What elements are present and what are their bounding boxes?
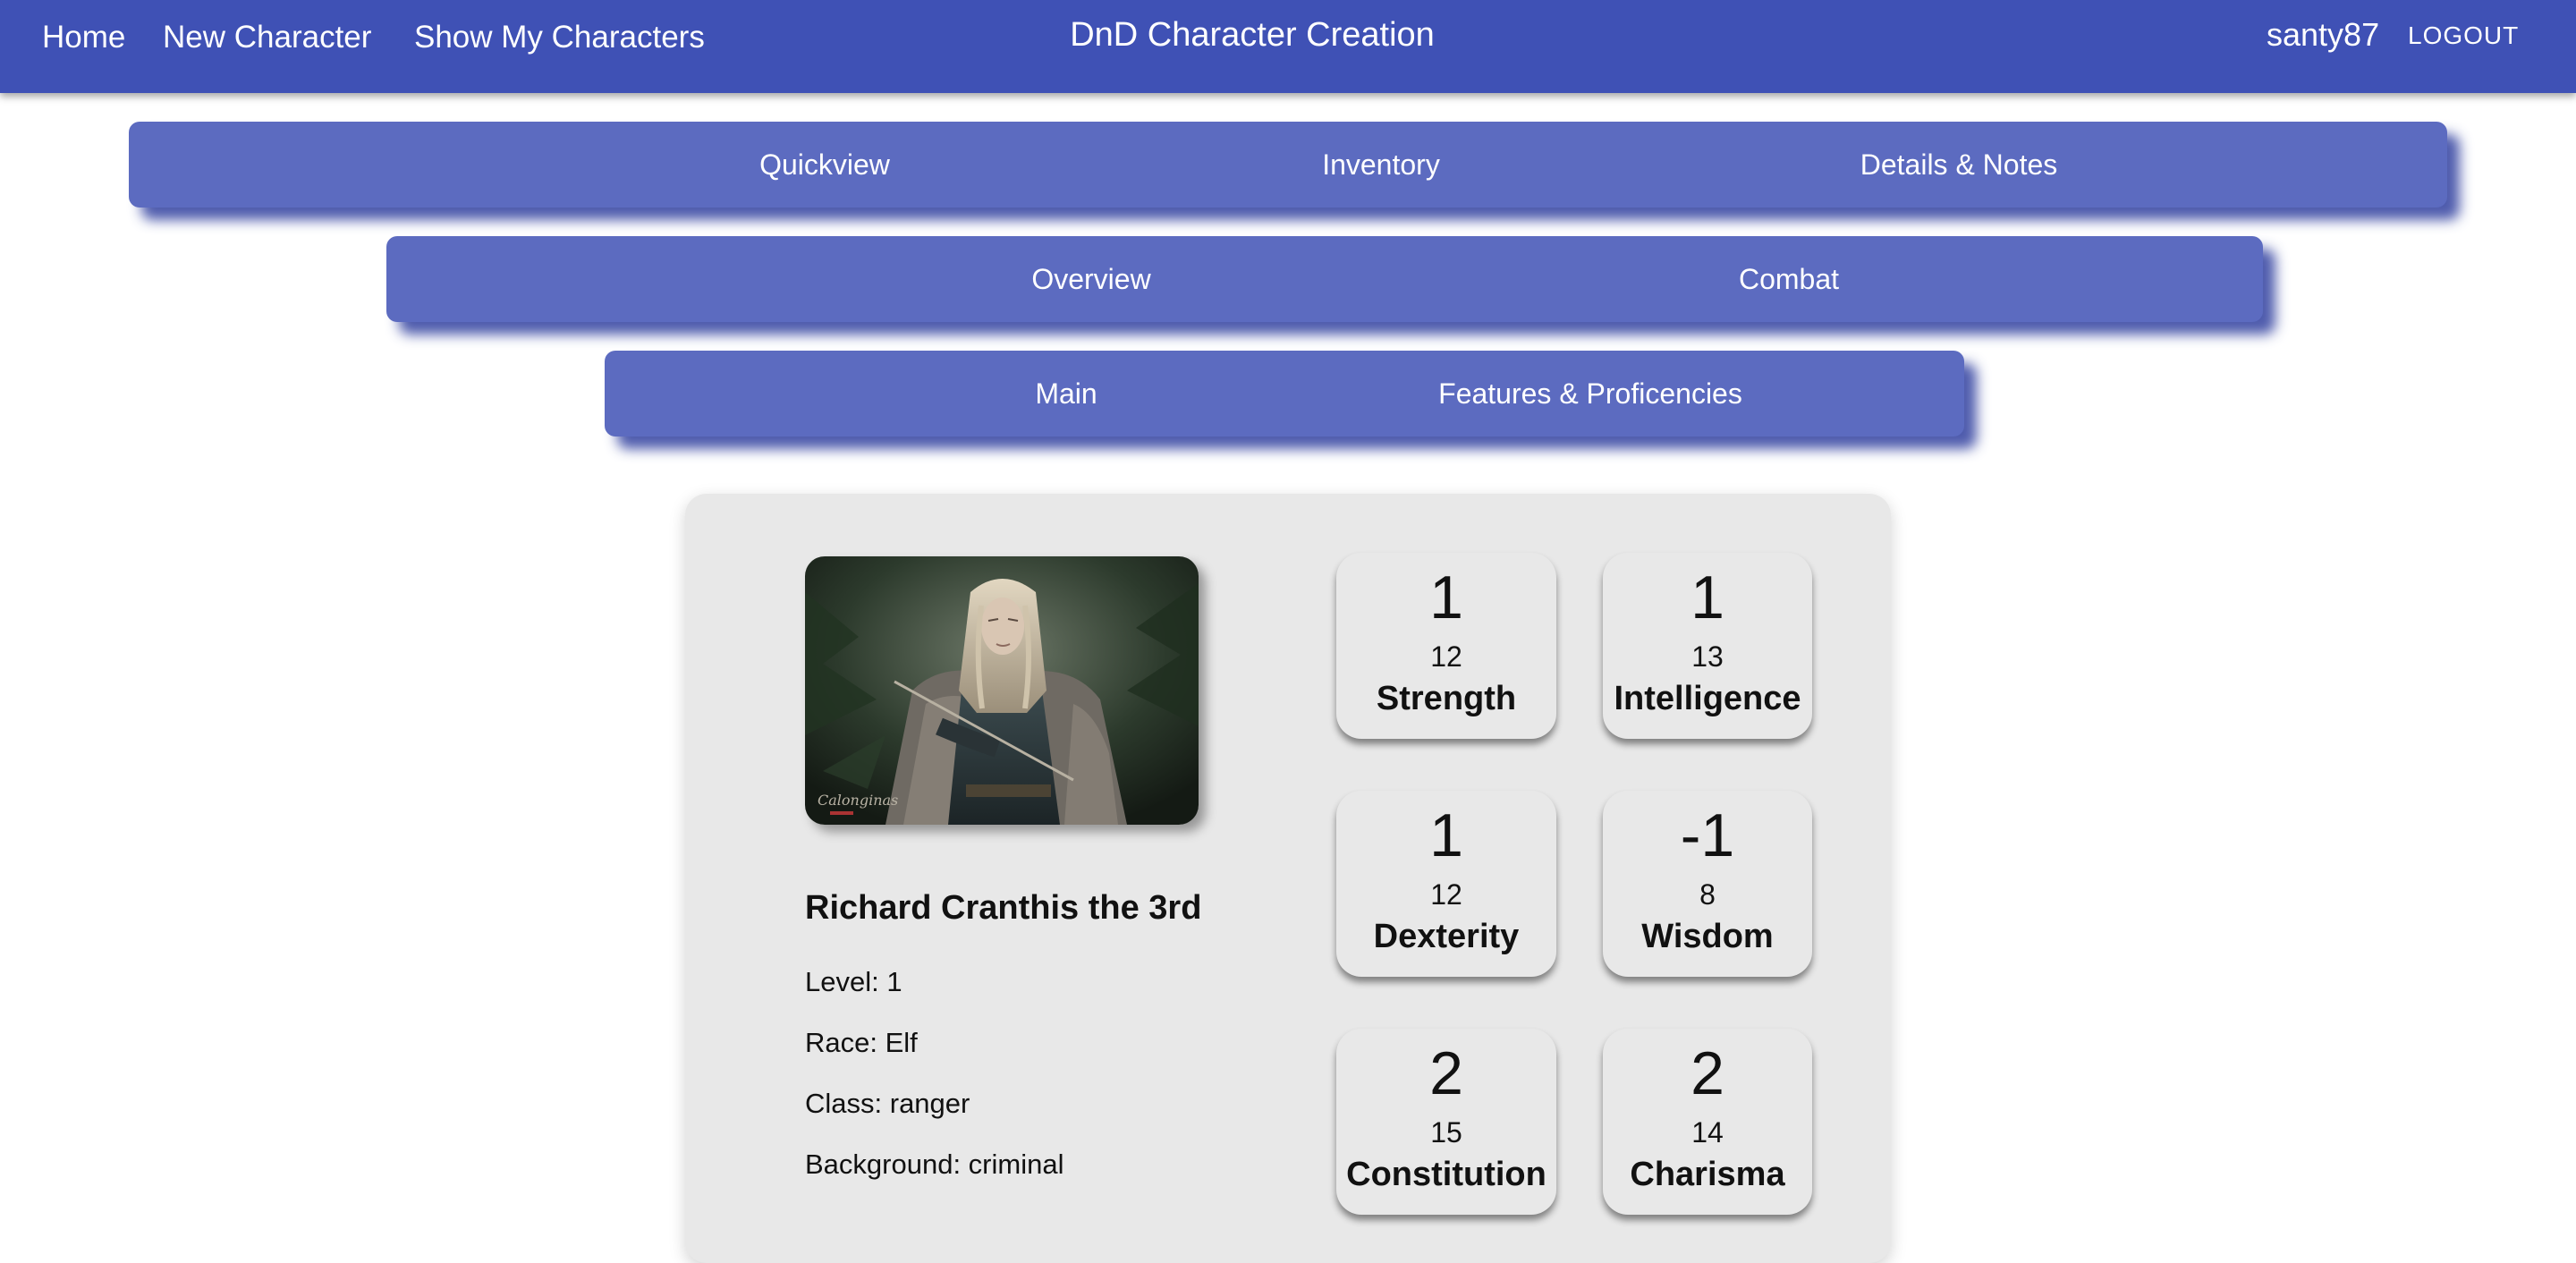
- stat-score: 8: [1699, 878, 1716, 911]
- tab-main[interactable]: Main: [869, 351, 1263, 437]
- stat-score: 15: [1430, 1116, 1462, 1149]
- character-race: Race: Elf: [805, 1027, 918, 1058]
- stat-strength: 1 12 Strength: [1336, 553, 1556, 739]
- stat-label: Dexterity: [1373, 918, 1520, 955]
- character-portrait: Calonginas: [805, 556, 1199, 825]
- secondary-tab-bar: Overview Combat: [386, 236, 2263, 322]
- portrait-watermark: Calonginas: [818, 792, 898, 809]
- stat-modifier: 2: [1429, 1039, 1463, 1107]
- stat-dexterity: 1 12 Dexterity: [1336, 791, 1556, 977]
- character-background: Background: criminal: [805, 1149, 1064, 1180]
- nav-new-character-link[interactable]: New Character: [163, 16, 371, 59]
- stat-charisma: 2 14 Charisma: [1603, 1029, 1812, 1215]
- nav-home-link[interactable]: Home: [42, 16, 125, 59]
- primary-tab-bar: Quickview Inventory Details & Notes: [129, 122, 2447, 208]
- stat-wisdom: -1 8 Wisdom: [1603, 791, 1812, 977]
- stat-label: Strength: [1376, 680, 1517, 717]
- stat-modifier: 1: [1429, 564, 1463, 632]
- stat-score: 12: [1430, 640, 1462, 673]
- stat-modifier: 1: [1429, 801, 1463, 869]
- tab-quickview[interactable]: Quickview: [608, 122, 1041, 208]
- tertiary-tab-bar: Main Features & Proficencies: [605, 351, 1964, 437]
- stat-score: 14: [1691, 1116, 1724, 1149]
- stat-score: 12: [1430, 878, 1462, 911]
- nav-show-my-characters-link[interactable]: Show My Characters: [414, 16, 705, 59]
- tab-inventory[interactable]: Inventory: [1184, 122, 1578, 208]
- stat-label: Wisdom: [1641, 918, 1774, 955]
- tab-overview[interactable]: Overview: [894, 236, 1288, 322]
- tab-details-notes[interactable]: Details & Notes: [1690, 122, 2227, 208]
- app-title: DnD Character Creation: [1070, 16, 1435, 54]
- character-card: Calonginas Richard Cranthis the 3rd Leve…: [685, 494, 1891, 1263]
- stat-label: Charisma: [1630, 1156, 1785, 1193]
- app-bar: Home New Character Show My Characters Dn…: [0, 0, 2576, 93]
- tab-combat[interactable]: Combat: [1592, 236, 1986, 322]
- character-level: Level: 1: [805, 966, 902, 997]
- stat-modifier: 1: [1690, 564, 1724, 632]
- username-label: santy87: [2267, 16, 2380, 53]
- tab-features-proficiencies[interactable]: Features & Proficencies: [1322, 351, 1859, 437]
- stat-modifier: 2: [1690, 1039, 1724, 1107]
- stat-constitution: 2 15 Constitution: [1336, 1029, 1556, 1215]
- stat-score: 13: [1691, 640, 1724, 673]
- stat-label: Intelligence: [1614, 680, 1801, 717]
- character-name: Richard Cranthis the 3rd: [805, 889, 1202, 927]
- character-class: Class: ranger: [805, 1088, 970, 1119]
- logout-button[interactable]: LOGOUT: [2408, 18, 2519, 54]
- stat-modifier: -1: [1680, 801, 1735, 869]
- stat-intelligence: 1 13 Intelligence: [1603, 553, 1812, 739]
- stat-label: Constitution: [1346, 1156, 1546, 1193]
